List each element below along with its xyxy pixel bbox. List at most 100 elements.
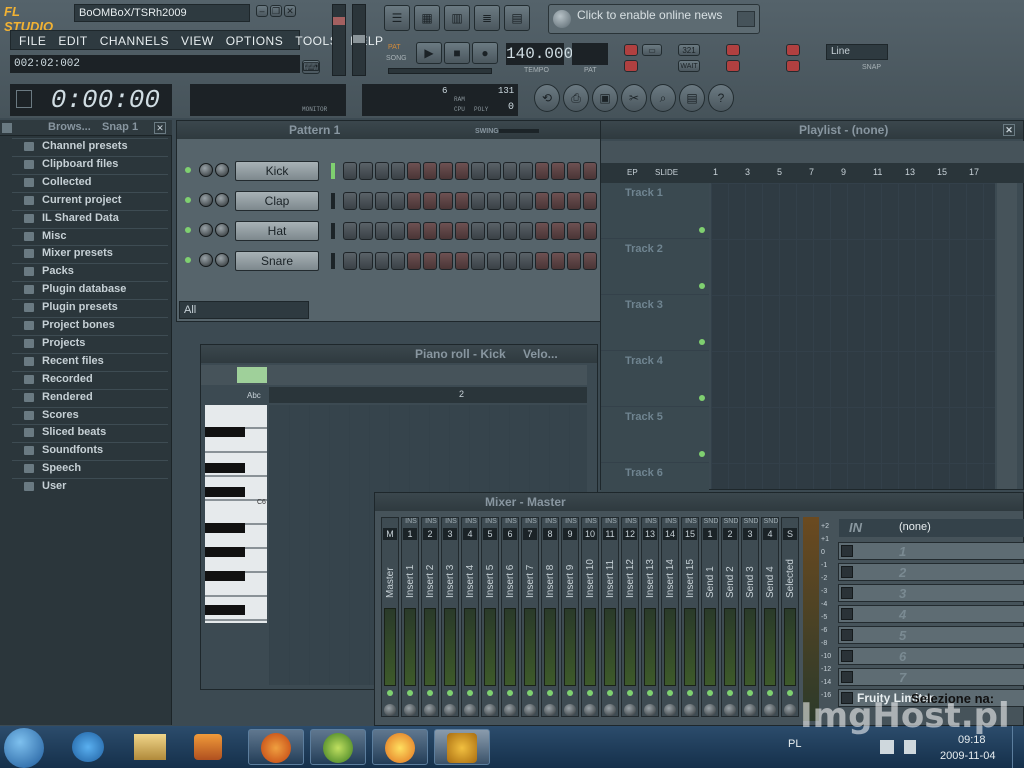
- restore-button[interactable]: ❐: [270, 5, 282, 17]
- mixer-knob[interactable]: [684, 704, 696, 716]
- browser-item[interactable]: Rendered: [12, 388, 168, 405]
- mixer-led[interactable]: [767, 690, 773, 696]
- mixer-led[interactable]: [687, 690, 693, 696]
- mixer-button[interactable]: ▤: [504, 5, 530, 31]
- step-button[interactable]: [391, 252, 405, 270]
- channel-pan-knob[interactable]: [199, 193, 213, 207]
- wait-input-button[interactable]: [624, 60, 638, 72]
- channel-select-led[interactable]: [331, 163, 335, 179]
- piano-roll-title[interactable]: Piano roll - Kick: [415, 345, 506, 363]
- input-select[interactable]: IN (none): [839, 519, 1024, 537]
- help-icon[interactable]: ?: [708, 84, 734, 112]
- step-edit-button[interactable]: [726, 44, 740, 56]
- step-button[interactable]: [455, 192, 469, 210]
- step-button[interactable]: [439, 252, 453, 270]
- network-icon[interactable]: [880, 740, 894, 754]
- browser-item[interactable]: Recent files: [12, 352, 168, 369]
- step-button[interactable]: [439, 162, 453, 180]
- step-button[interactable]: [407, 252, 421, 270]
- step-button[interactable]: [567, 162, 581, 180]
- mixer-channel[interactable]: M Master: [381, 517, 399, 717]
- mixer-channel[interactable]: INS 11 Insert 11: [601, 517, 619, 717]
- track-header[interactable]: Track 2: [601, 239, 709, 295]
- browser-item[interactable]: Projects: [12, 334, 168, 351]
- mixer-knob[interactable]: [604, 704, 616, 716]
- step-button[interactable]: [503, 162, 517, 180]
- fx-slot[interactable]: 4: [838, 605, 1024, 623]
- step-button[interactable]: [439, 222, 453, 240]
- track-led[interactable]: [699, 451, 705, 457]
- mixer-channel[interactable]: INS 15 Insert 15: [681, 517, 699, 717]
- channel-select-led[interactable]: [331, 253, 335, 269]
- save-icon[interactable]: ⎙: [563, 84, 589, 112]
- step-button[interactable]: [519, 162, 533, 180]
- mixer-knob[interactable]: [584, 704, 596, 716]
- blend-button[interactable]: [786, 44, 800, 56]
- mixer-led[interactable]: [547, 690, 553, 696]
- mixer-knob[interactable]: [704, 704, 716, 716]
- mixer-knob[interactable]: [424, 704, 436, 716]
- tempo-display[interactable]: 140.000: [506, 43, 573, 65]
- step-button[interactable]: [391, 222, 405, 240]
- mixer-channel[interactable]: INS 9 Insert 9: [561, 517, 579, 717]
- time-display[interactable]: 0:00:00: [10, 84, 172, 116]
- step-button[interactable]: [359, 192, 373, 210]
- step-button[interactable]: [423, 222, 437, 240]
- step-button[interactable]: [551, 162, 565, 180]
- mixer-fader[interactable]: [404, 608, 416, 686]
- volume-icon[interactable]: [904, 740, 916, 754]
- channel-volume-knob[interactable]: [215, 193, 229, 207]
- step-button[interactable]: [519, 192, 533, 210]
- step-button[interactable]: [407, 162, 421, 180]
- clock-date[interactable]: 2009-11-04: [940, 750, 995, 762]
- step-button[interactable]: [519, 222, 533, 240]
- undo-icon[interactable]: ⟲: [534, 84, 560, 112]
- mixer-channel[interactable]: INS 3 Insert 3: [441, 517, 459, 717]
- browser-item[interactable]: Plugin database: [12, 281, 168, 297]
- browser-item[interactable]: Misc: [12, 227, 168, 244]
- mixer-led[interactable]: [507, 690, 513, 696]
- app3-taskbar-button[interactable]: [372, 729, 428, 765]
- step-button[interactable]: [487, 222, 501, 240]
- menu-view[interactable]: VIEW: [181, 34, 214, 48]
- step-button[interactable]: [343, 222, 357, 240]
- mixer-fader[interactable]: [724, 608, 736, 686]
- minimize-button[interactable]: –: [256, 5, 268, 17]
- ruler-tick[interactable]: 17: [969, 167, 979, 177]
- track-led[interactable]: [699, 227, 705, 233]
- browser-item[interactable]: Plugin presets: [12, 299, 168, 315]
- browser-close-icon[interactable]: ✕: [154, 122, 166, 134]
- step-button[interactable]: [471, 192, 485, 210]
- step-button[interactable]: [487, 252, 501, 270]
- browser-item[interactable]: Collected: [12, 173, 168, 190]
- mixer-led[interactable]: [647, 690, 653, 696]
- fx-slot[interactable]: 5: [838, 626, 1024, 644]
- ruler-tick[interactable]: 11: [873, 167, 882, 177]
- app2-taskbar-button[interactable]: [310, 729, 366, 765]
- browser-item[interactable]: Current project: [12, 191, 168, 208]
- mixer-knob[interactable]: [544, 704, 556, 716]
- mixer-fader[interactable]: [504, 608, 516, 686]
- keyboard-icon[interactable]: ▭: [642, 44, 662, 56]
- channel-pan-knob[interactable]: [199, 253, 213, 267]
- countdown-button[interactable]: 321: [678, 44, 700, 56]
- channel-filter-select[interactable]: All: [179, 301, 309, 319]
- mixer-fader[interactable]: [524, 608, 536, 686]
- track-led[interactable]: [699, 339, 705, 345]
- browser-item[interactable]: Packs: [12, 263, 168, 279]
- step-button[interactable]: [567, 252, 581, 270]
- firefox-taskbar-button[interactable]: [248, 729, 304, 765]
- mixer-channel[interactable]: INS 2 Insert 2: [421, 517, 439, 717]
- step-button[interactable]: [551, 222, 565, 240]
- mixer-channel[interactable]: INS 1 Insert 1: [401, 517, 419, 717]
- mixer-knob[interactable]: [564, 704, 576, 716]
- step-button[interactable]: [567, 222, 581, 240]
- ruler-tick[interactable]: 3: [745, 167, 750, 177]
- mixer-knob[interactable]: [664, 704, 676, 716]
- step-button[interactable]: [487, 192, 501, 210]
- mixer-led[interactable]: [707, 690, 713, 696]
- mixer-knob[interactable]: [404, 704, 416, 716]
- mixer-channel[interactable]: SND 1 Send 1: [701, 517, 719, 717]
- explorer-icon[interactable]: [134, 734, 166, 760]
- mixer-fader[interactable]: [604, 608, 616, 686]
